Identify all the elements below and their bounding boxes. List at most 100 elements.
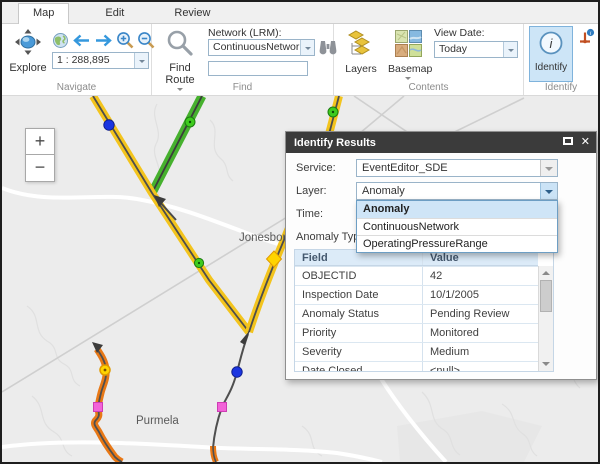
- layer-combobox[interactable]: Anomaly: [356, 182, 558, 200]
- map-pink-square-marker[interactable]: [218, 403, 227, 412]
- network-combobox[interactable]: ContinuousNetwork: [208, 39, 315, 56]
- layers-icon: [347, 30, 375, 62]
- service-row: Service:: [296, 159, 336, 177]
- value-cell: 42: [422, 267, 538, 285]
- service-dropdown-button[interactable]: [540, 160, 557, 176]
- time-label: Time:: [296, 208, 323, 220]
- layer-value: Anomaly: [357, 183, 540, 199]
- scale-dropdown-button[interactable]: [134, 53, 148, 68]
- map-green-point-center-2: [198, 262, 200, 264]
- zoom-in-icon[interactable]: [116, 31, 134, 54]
- network-lrm-label: Network (LRM):: [208, 27, 282, 39]
- field-header: Field: [295, 252, 422, 264]
- map-landuse-area: [397, 411, 542, 462]
- layers-label: Layers: [344, 63, 378, 75]
- tab-edit[interactable]: Edit: [91, 4, 138, 23]
- value-cell: <null>: [422, 362, 538, 372]
- field-cell: Anomaly Status: [295, 308, 422, 320]
- identify-results-panel: Identify Results ✕ Service: EventEditor_…: [285, 131, 597, 380]
- map-blue-point-marker-2[interactable]: [232, 367, 242, 377]
- table-row[interactable]: Date Closed <null>: [295, 361, 538, 372]
- scrollbar-up-button[interactable]: [539, 266, 553, 279]
- table-row[interactable]: Inspection Date 10/1/2005: [295, 285, 538, 304]
- field-cell: OBJECTID: [295, 270, 422, 282]
- ribbon-tab-bar: Map Edit Review: [2, 2, 598, 24]
- identify-button-label: Identify: [530, 62, 572, 73]
- field-cell: Date Closed: [295, 365, 422, 372]
- value-cell: 10/1/2005: [422, 286, 538, 304]
- layer-dropdown-list: Anomaly ContinuousNetwork OperatingPress…: [356, 200, 558, 253]
- maximize-button[interactable]: [563, 137, 573, 148]
- identify-route-icon[interactable]: i: [577, 28, 595, 51]
- panel-title-text: Identify Results: [294, 137, 555, 149]
- value-cell: Medium: [422, 343, 538, 361]
- service-label: Service:: [296, 162, 336, 174]
- find-group-label: Find: [152, 82, 333, 93]
- map-green-point-center: [189, 121, 191, 123]
- find-route-icon: [166, 29, 194, 62]
- basemap-button[interactable]: Basemap: [388, 30, 428, 83]
- group-contents: Layers Basemap: [334, 24, 524, 95]
- scrollbar-thumb[interactable]: [540, 280, 552, 312]
- table-row[interactable]: Anomaly Status Pending Review: [295, 304, 538, 323]
- value-cell: Monitored: [422, 324, 538, 342]
- close-button[interactable]: ✕: [581, 137, 590, 148]
- scroll-down-icon: [542, 362, 550, 370]
- map-blue-point-marker[interactable]: [104, 120, 114, 130]
- chevron-down-icon: [545, 190, 553, 198]
- route-input[interactable]: [208, 61, 308, 76]
- event-editor-window: Map Edit Review Explore: [0, 0, 600, 464]
- table-row[interactable]: OBJECTID 42: [295, 266, 538, 285]
- field-cell: Inspection Date: [295, 289, 422, 301]
- value-cell: Pending Review: [422, 305, 538, 323]
- identify-icon: i: [538, 30, 564, 61]
- ribbon: Explore: [2, 24, 598, 96]
- attribute-table-body: Field Value OBJECTID 42 Inspection Date …: [295, 250, 538, 372]
- layer-label: Layer:: [296, 185, 327, 197]
- full-extent-globe-icon[interactable]: [52, 32, 69, 54]
- chevron-down-icon: [508, 49, 514, 55]
- next-extent-icon[interactable]: [94, 33, 113, 53]
- map-zoom-out-button[interactable]: −: [25, 155, 55, 182]
- scrollbar-down-button[interactable]: [539, 358, 553, 371]
- identify-group-label: Identify: [524, 82, 598, 93]
- service-combobox[interactable]: EventEditor_SDE: [356, 159, 558, 177]
- identify-button[interactable]: i Identify: [529, 26, 573, 82]
- layer-option-anomaly[interactable]: Anomaly: [357, 201, 557, 218]
- explore-icon: [14, 28, 42, 61]
- maximize-icon: [563, 137, 573, 145]
- layers-button[interactable]: Layers: [344, 30, 378, 75]
- scale-combobox[interactable]: 1 : 288,895: [52, 52, 149, 69]
- view-date-combobox[interactable]: Today: [434, 41, 518, 58]
- previous-extent-icon[interactable]: [72, 33, 91, 53]
- field-cell: Priority: [295, 327, 422, 339]
- map-gray-route[interactable]: [213, 330, 250, 462]
- network-dropdown-button[interactable]: [300, 40, 314, 55]
- layer-dropdown-button[interactable]: [540, 183, 557, 199]
- tab-review[interactable]: Review: [160, 4, 224, 23]
- table-row[interactable]: Severity Medium: [295, 342, 538, 361]
- view-date-value: Today: [435, 42, 503, 57]
- layer-option-continuousnetwork[interactable]: ContinuousNetwork: [357, 218, 557, 235]
- view-date-dropdown-button[interactable]: [503, 42, 517, 57]
- explore-label: Explore: [6, 62, 50, 74]
- map-zoom-in-button[interactable]: +: [25, 128, 55, 155]
- tab-map[interactable]: Map: [18, 3, 69, 24]
- map-zoom-control: + −: [25, 128, 55, 182]
- chevron-down-icon: [305, 47, 311, 53]
- group-navigate: Explore: [2, 24, 152, 95]
- map-pink-square-marker-2[interactable]: [94, 403, 103, 412]
- map-yellow-circle-center: [104, 369, 107, 372]
- attribute-table: Field Value OBJECTID 42 Inspection Date …: [294, 249, 554, 372]
- time-row: Time:: [296, 205, 323, 223]
- group-find: Find Route Network (LRM): ContinuousNetw…: [152, 24, 334, 95]
- map-green-route[interactable]: [152, 96, 202, 193]
- table-row[interactable]: Priority Monitored: [295, 323, 538, 342]
- layer-option-operatingpressurerange[interactable]: OperatingPressureRange: [357, 235, 557, 252]
- explore-button[interactable]: Explore: [6, 28, 50, 74]
- service-value: EventEditor_SDE: [357, 160, 540, 176]
- map-canvas[interactable]: Jonesboro Purmela + − Identify Results ✕…: [2, 96, 598, 462]
- table-scrollbar[interactable]: [538, 266, 553, 371]
- identify-results-titlebar[interactable]: Identify Results ✕: [286, 132, 596, 153]
- basemap-label: Basemap: [388, 63, 428, 75]
